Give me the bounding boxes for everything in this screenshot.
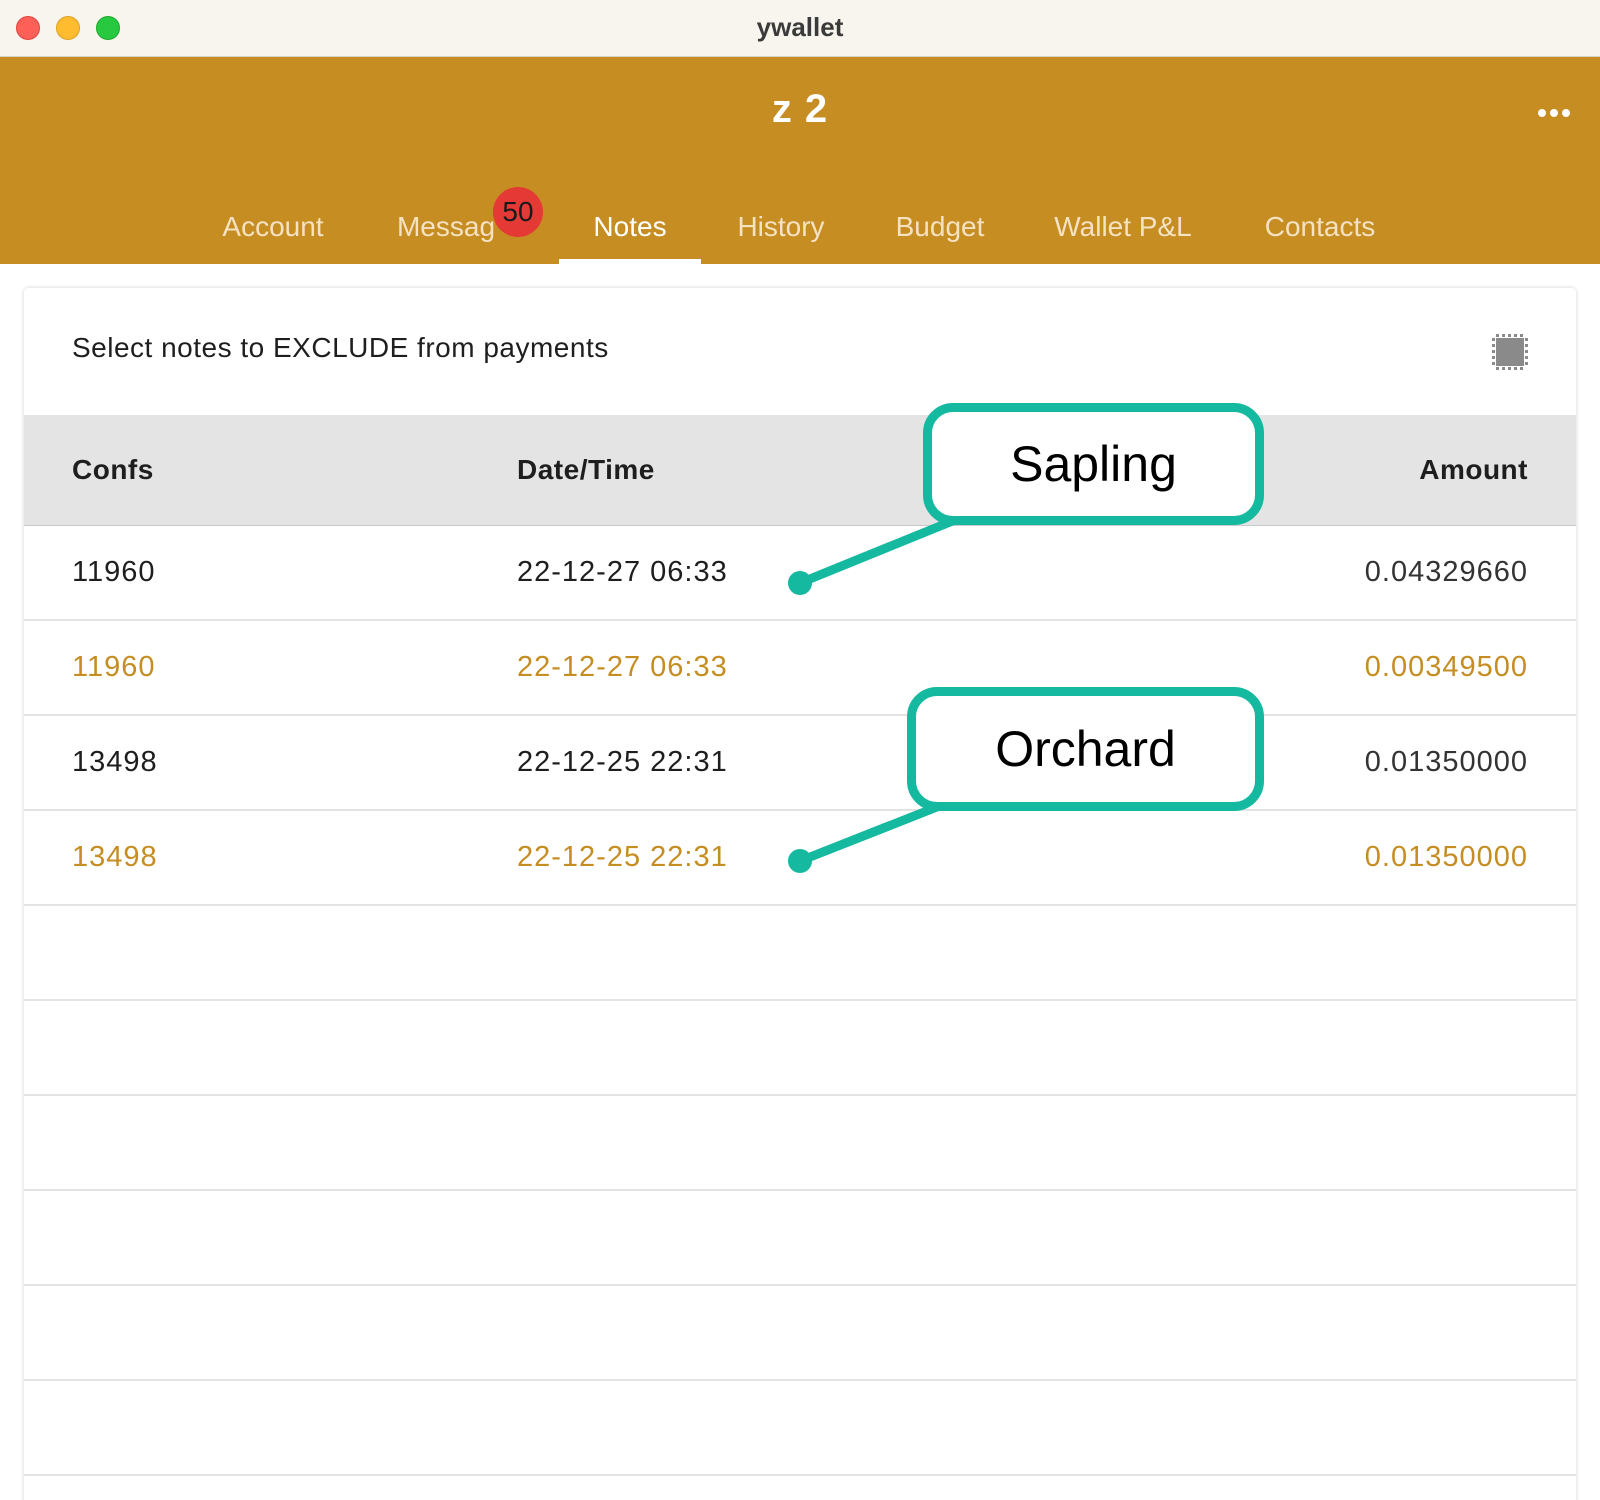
empty-row xyxy=(24,1381,1576,1476)
empty-row xyxy=(24,1001,1576,1096)
column-header-datetime[interactable]: Date/Time xyxy=(517,415,655,525)
note-row-excluded[interactable]: 11960 22-12-27 06:33 0.00349500 xyxy=(24,621,1576,716)
note-confs: 11960 xyxy=(72,556,156,588)
card-title: Select notes to EXCLUDE from payments xyxy=(72,332,609,363)
window-title: ywallet xyxy=(756,12,844,42)
notes-card: Select notes to EXCLUDE from payments Co… xyxy=(24,288,1576,1500)
tab-label: Messag xyxy=(396,210,496,242)
tab-label: Account xyxy=(222,210,324,242)
note-datetime: 22-12-25 22:31 xyxy=(517,746,728,778)
note-amount: 0.00349500 xyxy=(1364,651,1528,683)
notes-table-body: 11960 22-12-27 06:33 0.04329660 11960 22… xyxy=(24,526,1576,1476)
account-name: z 2 xyxy=(771,87,829,131)
note-amount: 0.01350000 xyxy=(1364,841,1528,873)
table-header: Confs Date/Time Amount xyxy=(24,415,1576,526)
note-datetime: 22-12-27 06:33 xyxy=(517,651,728,683)
card-header: Select notes to EXCLUDE from payments xyxy=(24,288,1576,415)
select-all-icon xyxy=(1492,334,1528,370)
column-header-confs[interactable]: Confs xyxy=(72,415,154,525)
tab-label: Budget xyxy=(895,210,985,242)
empty-row xyxy=(24,1286,1576,1381)
note-row[interactable]: 13498 22-12-25 22:31 0.01350000 xyxy=(24,716,1576,811)
note-confs: 11960 xyxy=(72,651,156,683)
column-header-amount[interactable]: Amount xyxy=(1419,415,1528,525)
select-all-button[interactable] xyxy=(1492,334,1528,370)
tab-budget[interactable]: Budget xyxy=(876,189,1004,264)
tab-wallet-pnl[interactable]: Wallet P&L xyxy=(1034,189,1212,264)
tab-bar: Account Messag 50 Notes History Budget W… xyxy=(0,187,1600,264)
note-confs: 13498 xyxy=(72,841,158,873)
app-bar: z 2 Account Messag 50 Notes History Budg… xyxy=(0,57,1600,264)
note-datetime: 22-12-27 06:33 xyxy=(517,556,728,588)
note-amount: 0.01350000 xyxy=(1364,746,1528,778)
note-confs: 13498 xyxy=(72,746,158,778)
note-row[interactable]: 11960 22-12-27 06:33 0.04329660 xyxy=(24,526,1576,621)
empty-row xyxy=(24,1096,1576,1191)
tab-notes[interactable]: Notes xyxy=(559,189,701,264)
title-bar: ywallet xyxy=(0,0,1600,57)
empty-row xyxy=(24,1191,1576,1286)
sapling-annotation: Sapling xyxy=(923,403,1264,525)
note-row-excluded[interactable]: 13498 22-12-25 22:31 0.01350000 xyxy=(24,811,1576,906)
tab-label: History xyxy=(737,210,825,242)
more-menu-button[interactable] xyxy=(1532,93,1576,133)
note-amount: 0.04329660 xyxy=(1364,556,1528,588)
unread-messages-badge: 50 xyxy=(493,187,543,237)
tab-label: Wallet P&L xyxy=(1054,210,1192,242)
more-horizontal-icon xyxy=(1538,109,1546,117)
tab-history[interactable]: History xyxy=(716,189,846,264)
app-window: ywallet z 2 Account Messag 50 Notes Hist… xyxy=(0,0,1600,1500)
tab-label: Notes xyxy=(593,210,667,242)
note-datetime: 22-12-25 22:31 xyxy=(517,841,728,873)
tab-account[interactable]: Account xyxy=(200,189,346,264)
tab-contacts[interactable]: Contacts xyxy=(1242,189,1398,264)
empty-row xyxy=(24,906,1576,1001)
orchard-annotation: Orchard xyxy=(907,687,1264,811)
tab-label: Contacts xyxy=(1264,210,1376,242)
